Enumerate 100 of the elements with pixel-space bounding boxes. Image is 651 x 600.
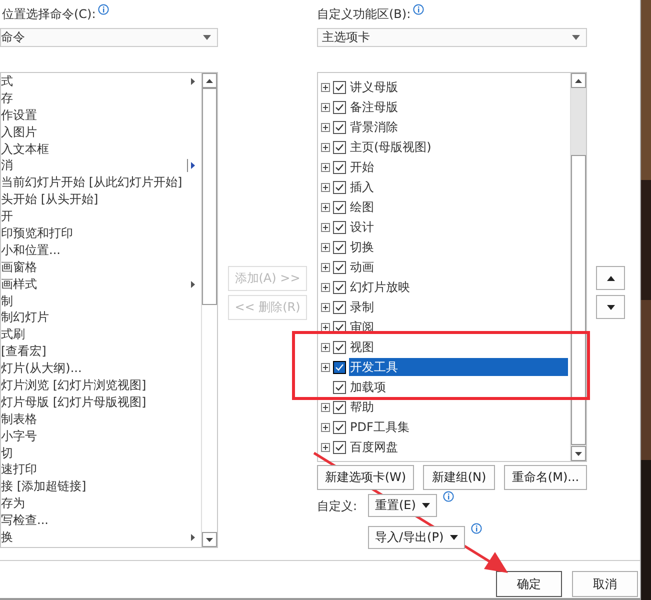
tree-item[interactable]: 百度网盘 — [349, 440, 398, 454]
tree-item[interactable]: 备注母版 — [349, 100, 398, 114]
checkbox[interactable] — [333, 380, 346, 394]
checkbox[interactable] — [333, 200, 346, 214]
tree-item[interactable]: 开发工具 — [349, 358, 568, 376]
checkbox[interactable] — [333, 280, 346, 294]
tree-item[interactable]: 主页(母版视图) — [349, 140, 432, 154]
tree-item[interactable]: 录制 — [349, 300, 374, 314]
checkbox[interactable] — [333, 300, 346, 314]
list-item[interactable]: 开 — [1, 209, 13, 224]
list-item[interactable]: 小字号 — [1, 428, 37, 444]
scroll-thumb[interactable] — [571, 155, 586, 445]
tree-item[interactable]: 视图 — [349, 340, 374, 354]
dropdown[interactable]: 主选项卡 — [317, 28, 587, 47]
tree-item[interactable]: 加载项 — [349, 380, 386, 394]
list-item[interactable]: 式 — [1, 74, 13, 89]
button[interactable]: 确定 — [496, 571, 562, 597]
tree-item[interactable]: 幻灯片放映 — [349, 280, 410, 294]
list-item[interactable]: 存 — [1, 90, 13, 106]
expand-icon[interactable] — [321, 82, 330, 92]
expand-icon[interactable] — [321, 162, 330, 172]
scroll-down-icon[interactable] — [575, 452, 582, 456]
expand-icon[interactable] — [321, 102, 330, 112]
info-icon[interactable] — [412, 4, 424, 15]
tree-item[interactable]: 切换 — [349, 240, 374, 254]
expand-icon[interactable] — [321, 442, 330, 452]
dropdown[interactable]: 命令 — [0, 28, 218, 47]
list-item[interactable]: 式刷 — [1, 327, 25, 342]
scrollbar[interactable] — [201, 73, 217, 547]
info-icon[interactable] — [442, 491, 454, 502]
expand-icon[interactable] — [321, 342, 330, 352]
list-item[interactable]: 写检查... — [1, 513, 48, 528]
tree-item[interactable]: 帮助 — [349, 400, 374, 414]
list-item[interactable]: 画样式 — [1, 276, 37, 292]
list-item[interactable]: 作设置 — [1, 108, 37, 123]
checkbox[interactable] — [333, 80, 346, 94]
expand-icon[interactable] — [321, 402, 330, 412]
tree-item[interactable]: 开始 — [349, 160, 374, 174]
button[interactable]: 新建选项卡(W) — [317, 465, 414, 490]
tree-item[interactable]: 插入 — [349, 180, 374, 194]
list-item[interactable]: 灯片浏览 [幻灯片浏览视图] — [1, 378, 146, 393]
scroll-up-icon[interactable] — [575, 78, 582, 82]
tree-item[interactable]: 动画 — [349, 260, 374, 274]
tree-item[interactable]: PDF工具集 — [349, 420, 410, 434]
checkbox[interactable] — [333, 400, 346, 414]
list-item[interactable]: 消 — [1, 158, 13, 174]
command-list[interactable]: 式 存 作设置 入图片 入文本框 消 当前幻灯片开始 [从此幻灯片开始] 头开始 [从头开始] 开 印预览和打印 小和位置... 画窗格 画样式 制 制幻灯片 式刷 [查看宏] 灯片(从大纲)... 灯片浏览 [幻灯片浏览视图] 灯片母版 [幻灯片母版视图] 制表格 小字号 切 速打印 接 [添加超链接] 存为 写检查... 换 — [0, 72, 218, 548]
tree-item[interactable]: 设计 — [349, 220, 374, 234]
info-icon[interactable] — [98, 4, 109, 15]
expand-icon[interactable] — [321, 182, 330, 192]
checkbox[interactable] — [333, 240, 346, 254]
list-item[interactable]: 画窗格 — [1, 260, 37, 275]
list-item[interactable]: 灯片(从大纲)... — [1, 361, 82, 376]
tree-item[interactable]: 背景消除 — [349, 120, 398, 134]
list-item[interactable]: 灯片母版 [幻灯片母版视图] — [1, 394, 146, 410]
expand-icon[interactable] — [321, 122, 330, 132]
move-down-button[interactable] — [596, 295, 625, 319]
expand-icon[interactable] — [321, 242, 330, 252]
checkbox[interactable] — [333, 100, 346, 114]
expand-icon[interactable] — [321, 362, 330, 372]
list-item[interactable]: 接 [添加超链接] — [1, 479, 86, 494]
list-item[interactable]: 入文本框 — [1, 142, 49, 156]
scroll-thumb[interactable] — [202, 88, 217, 305]
import-export-button[interactable]: 导入/导出(P) — [368, 526, 465, 549]
checkbox[interactable] — [333, 260, 346, 274]
checkbox[interactable] — [333, 360, 346, 374]
list-item[interactable]: 入图片 — [1, 124, 37, 140]
expand-icon[interactable] — [321, 262, 330, 272]
scroll-down-icon[interactable] — [206, 538, 213, 542]
list-item[interactable]: 当前幻灯片开始 [从此幻灯片开始] — [1, 175, 182, 190]
button[interactable]: 重命名(M)... — [504, 465, 587, 490]
reset-button[interactable]: 重置(E) — [368, 494, 437, 517]
checkbox[interactable] — [333, 440, 346, 454]
expand-icon[interactable] — [321, 202, 330, 212]
checkbox[interactable] — [333, 120, 346, 134]
checkbox[interactable] — [333, 180, 346, 194]
list-item[interactable]: 制表格 — [1, 412, 37, 427]
button[interactable]: 取消 — [572, 571, 638, 597]
list-item[interactable]: 制幻灯片 — [1, 310, 49, 326]
checkbox[interactable] — [333, 420, 346, 434]
list-item[interactable]: 小和位置... — [1, 242, 60, 258]
move-up-button[interactable] — [596, 266, 625, 290]
list-item[interactable]: 切 — [1, 446, 13, 461]
tree-item[interactable]: 讲义母版 — [349, 80, 398, 94]
checkbox[interactable] — [333, 140, 346, 154]
list-item[interactable]: 速打印 — [1, 462, 37, 478]
list-item[interactable]: 头开始 [从头开始] — [1, 192, 98, 208]
scrollbar[interactable] — [570, 73, 586, 461]
tree-item[interactable]: 绘图 — [349, 200, 374, 214]
expand-icon[interactable] — [321, 282, 330, 292]
expand-icon[interactable] — [321, 322, 330, 332]
list-item[interactable]: 印预览和打印 — [1, 226, 73, 241]
expand-icon[interactable] — [321, 222, 330, 232]
list-item[interactable]: 制 — [1, 294, 13, 309]
scroll-up-icon[interactable] — [206, 78, 213, 82]
expand-icon[interactable] — [321, 422, 330, 432]
list-item[interactable]: 换 — [1, 530, 13, 545]
expand-icon[interactable] — [321, 142, 330, 152]
list-item[interactable]: 存为 — [1, 496, 25, 512]
checkbox[interactable] — [333, 340, 346, 354]
